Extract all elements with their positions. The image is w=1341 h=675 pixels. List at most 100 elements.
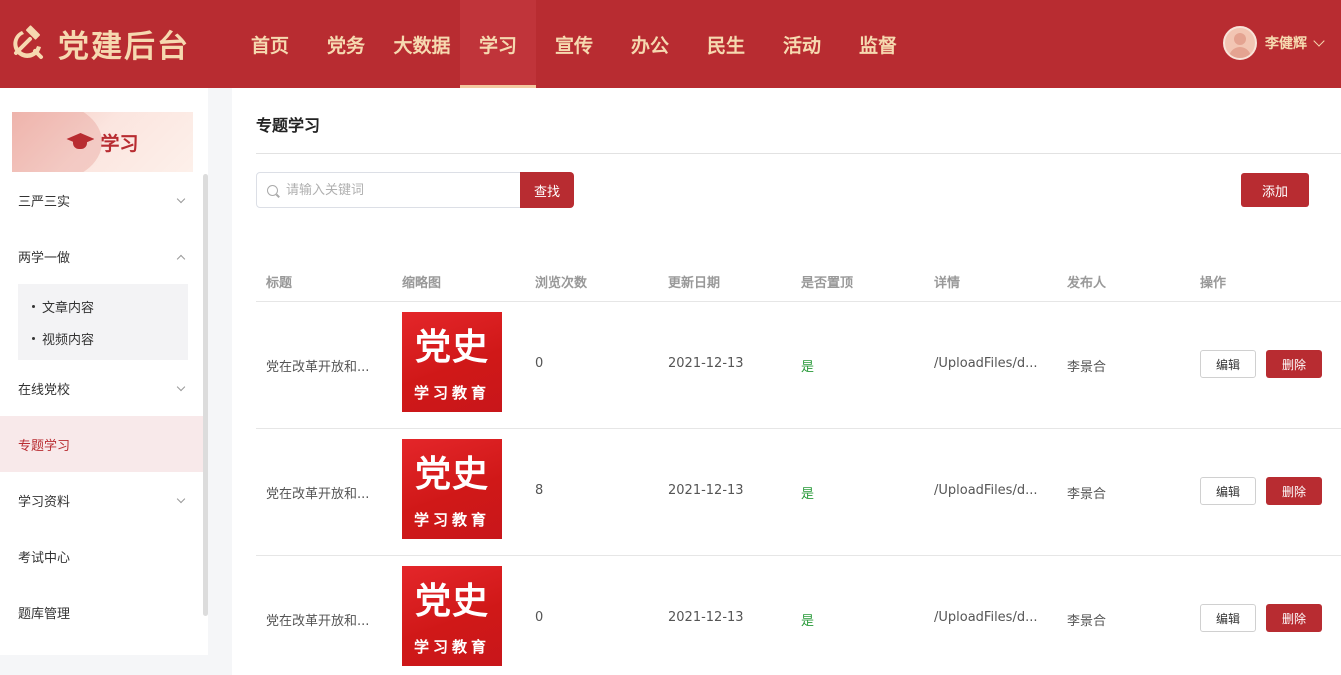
chevron-up-icon [176, 254, 186, 264]
search-input[interactable] [286, 182, 506, 198]
sidebar-banner: 学习 [12, 112, 193, 172]
chevron-down-icon [176, 382, 186, 392]
brand-logo[interactable]: 党建后台 [8, 20, 190, 66]
sidebar-item-three-stricts[interactable]: 三严三实 [0, 172, 208, 228]
cell-date: 2021-12-13 [668, 610, 744, 625]
table-row: 党在改革开放和... 党史 学习教育 0 2021-12-13 是 /Uploa… [256, 302, 1341, 429]
thumbnail-bottom-text: 学习教育 [413, 638, 490, 656]
chevron-down-icon [176, 494, 186, 504]
sidebar-item-label: 题库管理 [18, 606, 71, 622]
table-row: 党在改革开放和... 党史 学习教育 0 2021-12-13 是 /Uploa… [256, 556, 1341, 675]
nav-item-livelihood[interactable]: 民生 [688, 0, 764, 88]
bullet-icon [32, 304, 35, 308]
sidebar: 学习 三严三实 两学一做 文章内容 视频内容 在线党校 专题学习 学习资料 考试… [0, 88, 208, 655]
column-header-publisher: 发布人 [1067, 276, 1107, 291]
user-name[interactable]: 李健辉 [1265, 33, 1307, 53]
search-button[interactable]: 查找 [520, 172, 574, 208]
nav-item-party-affairs[interactable]: 党务 [308, 0, 384, 88]
cell-publisher: 李景合 [1067, 614, 1107, 629]
page-title: 专题学习 [256, 116, 321, 135]
sidebar-item-label: 专题学习 [18, 438, 71, 454]
main-nav: 首页 党务 大数据 学习 宣传 办公 民生 活动 监督 [232, 0, 916, 88]
column-header-date: 更新日期 [668, 276, 721, 291]
cell-publisher: 李景合 [1067, 487, 1107, 502]
sidebar-item-online-school[interactable]: 在线党校 [0, 360, 208, 416]
chevron-down-icon[interactable] [1313, 35, 1325, 47]
search-box[interactable] [256, 172, 521, 208]
column-header-thumbnail: 缩略图 [402, 276, 442, 291]
bullet-icon [32, 336, 35, 340]
sidebar-item-topic-study[interactable]: 专题学习 [0, 416, 208, 472]
cell-date: 2021-12-13 [668, 483, 744, 498]
edit-button[interactable]: 编辑 [1200, 477, 1256, 505]
nav-item-supervision[interactable]: 监督 [840, 0, 916, 88]
cell-detail: /UploadFiles/d... [934, 610, 1038, 625]
cell-detail: /UploadFiles/d... [934, 356, 1038, 371]
cell-publisher: 李景合 [1067, 360, 1107, 375]
cell-date: 2021-12-13 [668, 356, 744, 371]
sidebar-item-label: 三严三实 [18, 194, 71, 210]
sidebar-item-label: 两学一做 [18, 250, 71, 266]
nav-item-study[interactable]: 学习 [460, 0, 536, 88]
sidebar-subitem-videos[interactable]: 视频内容 [18, 322, 188, 354]
thumbnail-bottom-text: 学习教育 [413, 384, 490, 402]
sidebar-subitem-label: 视频内容 [42, 332, 95, 348]
sidebar-banner-label: 学习 [100, 132, 139, 155]
column-header-actions: 操作 [1200, 276, 1227, 291]
sidebar-item-label: 考试中心 [18, 550, 71, 566]
nav-item-home[interactable]: 首页 [232, 0, 308, 88]
nav-item-activities[interactable]: 活动 [764, 0, 840, 88]
cell-title: 党在改革开放和... [266, 487, 370, 502]
sidebar-item-two-studies[interactable]: 两学一做 [0, 228, 208, 284]
sidebar-item-question-bank[interactable]: 题库管理 [0, 584, 208, 640]
thumbnail-image: 党史 学习教育 [402, 439, 502, 539]
nav-item-publicity[interactable]: 宣传 [536, 0, 612, 88]
thumbnail-top-text: 党史 [414, 453, 489, 495]
cell-views: 0 [535, 610, 544, 625]
add-button[interactable]: 添加 [1241, 173, 1309, 207]
user-menu[interactable]: 李健辉 [1223, 25, 1325, 61]
hammer-sickle-icon [13, 25, 43, 59]
cell-views: 8 [535, 483, 544, 498]
column-header-views: 浏览次数 [535, 276, 588, 291]
cell-views: 0 [535, 356, 544, 371]
thumbnail-top-text: 党史 [414, 580, 489, 622]
delete-button[interactable]: 删除 [1266, 350, 1322, 378]
sidebar-item-study-materials[interactable]: 学习资料 [0, 472, 208, 528]
nav-item-big-data[interactable]: 大数据 [384, 0, 460, 88]
table-header: 标题 缩略图 浏览次数 更新日期 是否置顶 详情 发布人 操作 [256, 258, 1341, 302]
avatar[interactable] [1223, 26, 1257, 60]
sidebar-submenu: 文章内容 视频内容 [18, 284, 188, 360]
cell-title: 党在改革开放和... [266, 614, 370, 629]
chevron-down-icon [176, 194, 186, 204]
main-panel: 专题学习 查找 添加 标题 缩略图 浏览次数 更新日期 是否置顶 详情 发布人 … [232, 88, 1341, 675]
divider [256, 153, 1341, 154]
edit-button[interactable]: 编辑 [1200, 604, 1256, 632]
column-header-title: 标题 [266, 276, 293, 291]
cell-pinned: 是 [801, 614, 815, 629]
sidebar-scrollbar[interactable] [203, 174, 208, 616]
topic-table: 标题 缩略图 浏览次数 更新日期 是否置顶 详情 发布人 操作 党在改革开放和.… [256, 258, 1341, 675]
column-header-detail: 详情 [934, 276, 961, 291]
thumbnail-bottom-text: 学习教育 [413, 511, 490, 529]
cell-pinned: 是 [801, 487, 815, 502]
nav-item-office[interactable]: 办公 [612, 0, 688, 88]
delete-button[interactable]: 删除 [1266, 477, 1322, 505]
sidebar-subitem-label: 文章内容 [42, 300, 95, 316]
sidebar-item-label: 学习资料 [18, 494, 71, 510]
brand-title: 党建后台 [58, 28, 190, 65]
top-header: 党建后台 首页 党务 大数据 学习 宣传 办公 民生 活动 监督 李健辉 [0, 0, 1341, 88]
cell-title: 党在改革开放和... [266, 360, 370, 375]
thumbnail-image: 党史 学习教育 [402, 566, 502, 666]
graduation-cap-icon [66, 131, 95, 153]
sidebar-item-exam-center[interactable]: 考试中心 [0, 528, 208, 584]
sidebar-subitem-articles[interactable]: 文章内容 [18, 290, 188, 322]
cell-pinned: 是 [801, 360, 815, 375]
sidebar-item-label: 在线党校 [18, 382, 71, 398]
column-header-pinned: 是否置顶 [801, 276, 854, 291]
cell-detail: /UploadFiles/d... [934, 483, 1038, 498]
edit-button[interactable]: 编辑 [1200, 350, 1256, 378]
search-icon [267, 184, 278, 196]
delete-button[interactable]: 删除 [1266, 604, 1322, 632]
thumbnail-image: 党史 学习教育 [402, 312, 502, 412]
